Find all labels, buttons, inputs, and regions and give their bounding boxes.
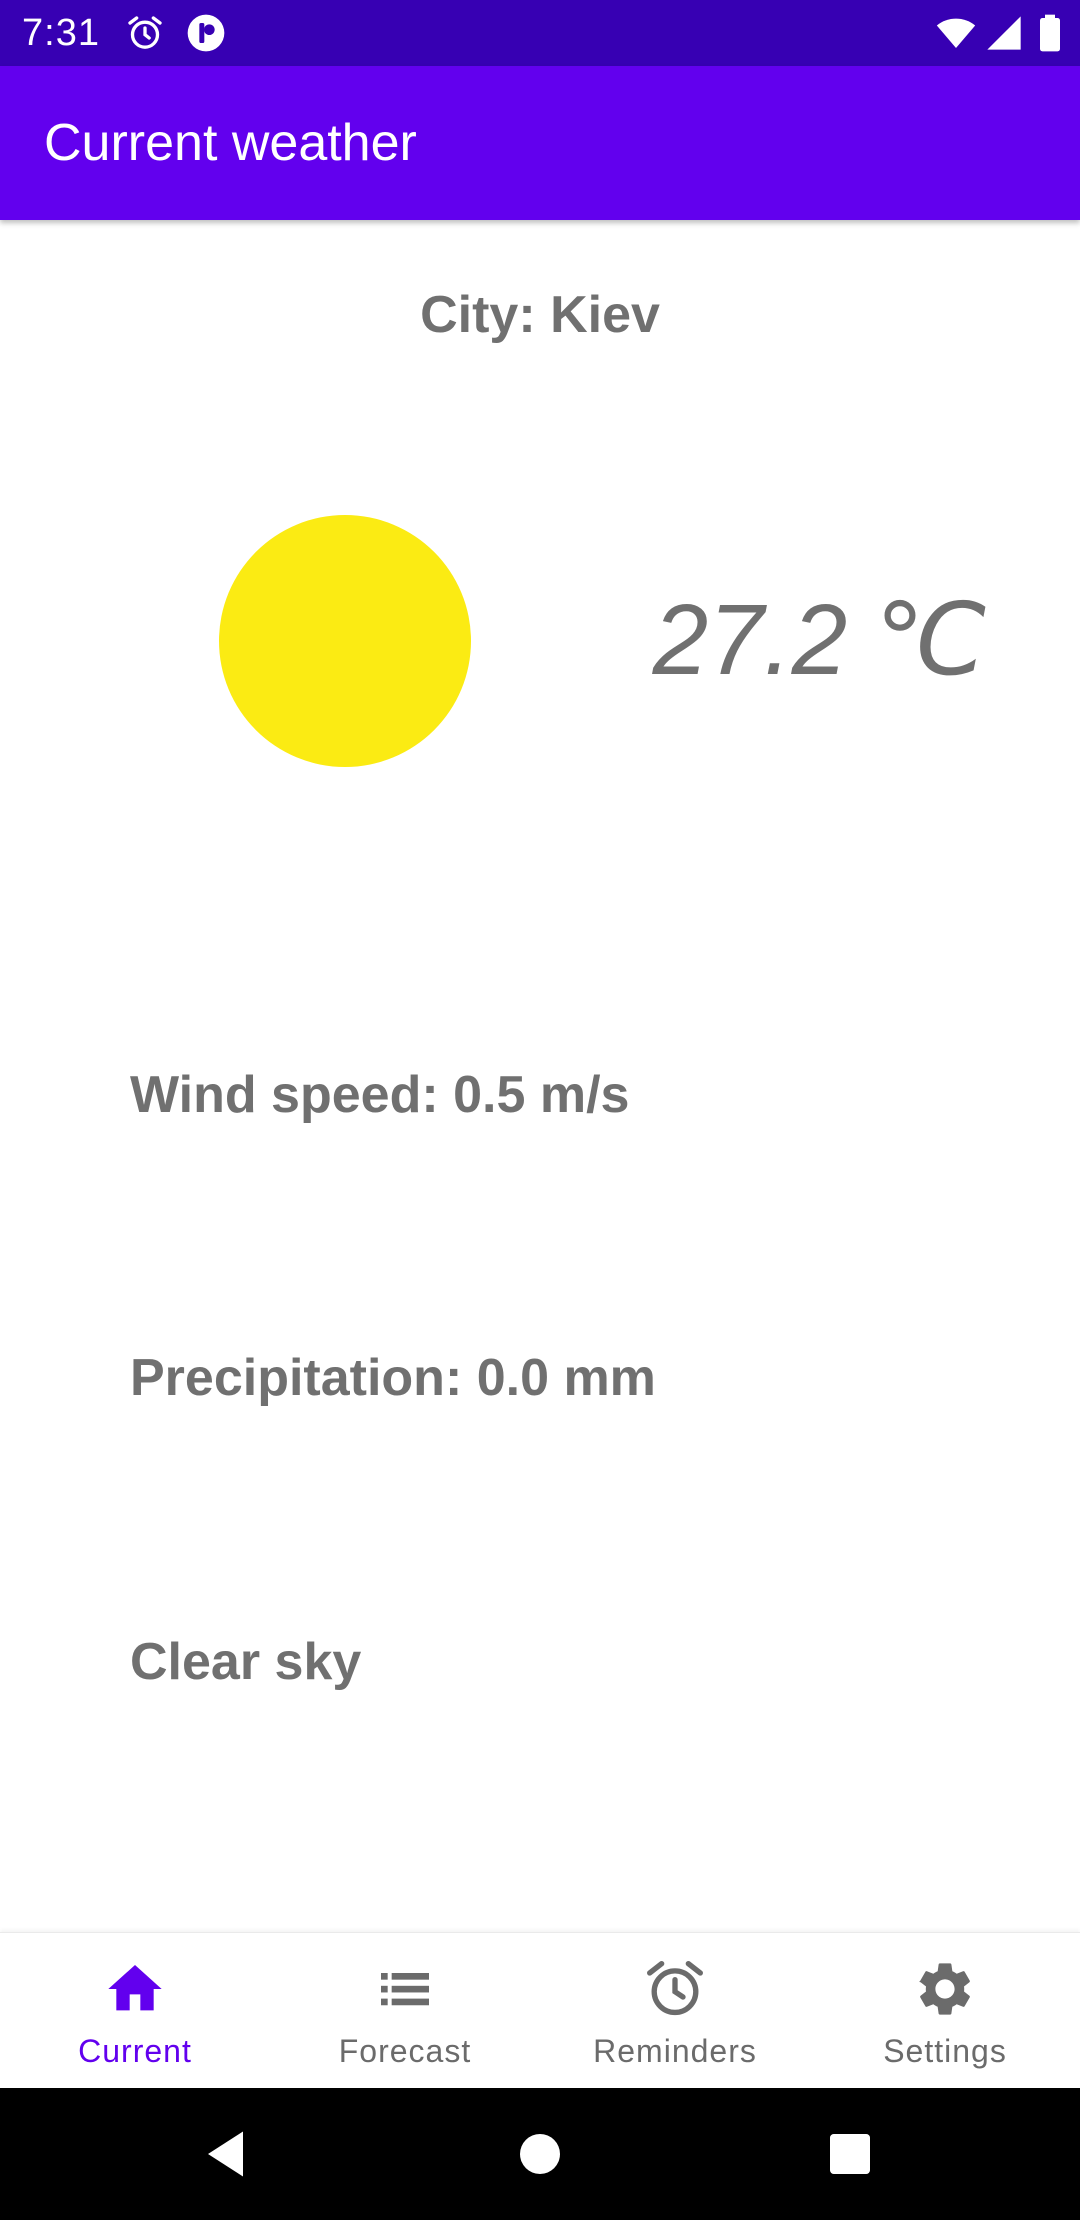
status-time: 7:31 [22, 12, 100, 54]
back-icon[interactable] [198, 2124, 258, 2184]
city-label: City: Kiev [420, 286, 660, 344]
app-bar: Current weather [0, 66, 1080, 220]
bottom-navigation: Current Forecast Reminders Settings [0, 1932, 1080, 2089]
cell-signal-icon [987, 16, 1021, 50]
list-icon [381, 1973, 429, 2006]
status-bar: 7:31 [0, 0, 1080, 66]
nav-item-forecast[interactable]: Forecast [270, 1933, 540, 2089]
nav-label-current: Current [78, 2033, 192, 2069]
precipitation-label: Precipitation: 0.0 mm [130, 1349, 656, 1407]
nav-item-reminders[interactable]: Reminders [540, 1933, 810, 2089]
screen: 7:31 Current weather City: Kiev 27.2 ℃ W… [0, 0, 1080, 2220]
app-notification-icon [187, 14, 225, 52]
temperature-value: 27.2 ℃ [652, 584, 988, 696]
wifi-icon [936, 18, 976, 48]
nav-label-reminders: Reminders [593, 2033, 757, 2069]
home-icon [108, 1965, 162, 2011]
alarm-icon [128, 16, 162, 49]
app-title: Current weather [44, 114, 417, 172]
battery-icon [1040, 14, 1060, 52]
system-navigation-bar [0, 2088, 1080, 2220]
recents-icon[interactable] [820, 2124, 880, 2184]
weather-description: Clear sky [130, 1633, 362, 1691]
home-circle-icon[interactable] [510, 2124, 570, 2184]
nav-item-current[interactable]: Current [0, 1933, 270, 2089]
sun-icon [219, 515, 471, 767]
nav-item-settings[interactable]: Settings [810, 1933, 1080, 2089]
gear-icon [919, 1963, 970, 2015]
nav-label-settings: Settings [883, 2033, 1007, 2069]
wind-speed-label: Wind speed: 0.5 m/s [130, 1066, 630, 1124]
alarm-icon [647, 1961, 703, 2016]
nav-label-forecast: Forecast [338, 2033, 472, 2069]
